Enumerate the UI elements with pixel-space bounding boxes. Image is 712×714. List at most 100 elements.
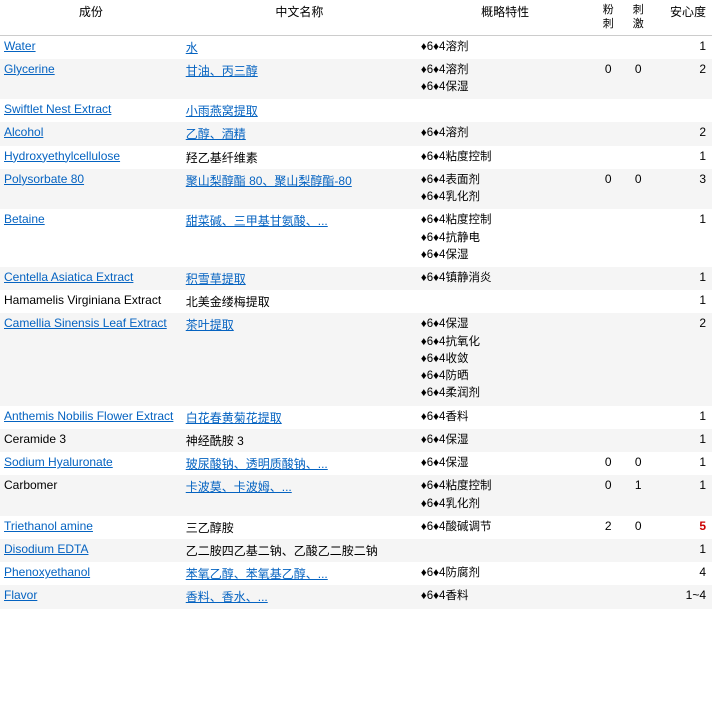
property-item: ♦6♦4防腐剂 <box>421 565 589 582</box>
irritant-cell <box>623 406 653 429</box>
chinese-name-cell[interactable]: 积雪草提取 <box>182 267 417 290</box>
ingredient-link[interactable]: Alcohol <box>4 125 43 139</box>
chinese-name-link[interactable]: 积雪草提取 <box>186 272 246 286</box>
ingredient-cell[interactable]: Phenoxyethanol <box>0 562 182 585</box>
chinese-name-link[interactable]: 香料、香水、... <box>186 590 268 604</box>
irritant-cell <box>623 267 653 290</box>
property-item: ♦6♦4粘度控制 <box>421 149 589 166</box>
property-cell: ♦6♦4粘度控制 <box>417 146 593 169</box>
safety-cell: 2 <box>653 122 712 145</box>
safety-cell: 1 <box>653 267 712 290</box>
chinese-name-link[interactable]: 小雨燕窝提取 <box>186 104 258 118</box>
chinese-name-cell: 乙二胺四乙基二钠、乙酸乙二胺二钠 <box>182 539 417 562</box>
chinese-name-cell[interactable]: 甜菜碱、三甲基甘氨酸、... <box>182 209 417 267</box>
ingredient-link[interactable]: Swiftlet Nest Extract <box>4 102 111 116</box>
ingredient-link[interactable]: Water <box>4 39 36 53</box>
property-cell <box>417 290 593 313</box>
safety-cell: 1~4 <box>653 585 712 608</box>
chinese-name-cell[interactable]: 小雨燕窝提取 <box>182 99 417 122</box>
chinese-name-link[interactable]: 乙醇、酒精 <box>186 127 246 141</box>
table-row: Centella Asiatica Extract积雪草提取♦6♦4镇静消炎1 <box>0 267 712 290</box>
chinese-name-cell: 北美金缕梅提取 <box>182 290 417 313</box>
ingredient-cell[interactable]: Sodium Hyaluronate <box>0 452 182 475</box>
property-cell: ♦6♦4防腐剂 <box>417 562 593 585</box>
irritant-cell <box>623 429 653 452</box>
ingredient-link[interactable]: Flavor <box>4 588 37 602</box>
ingredient-cell[interactable]: Triethanol amine <box>0 516 182 539</box>
chinese-name-link[interactable]: 茶叶提取 <box>186 318 234 332</box>
chinese-name-cell[interactable]: 白花春黄菊花提取 <box>182 406 417 429</box>
chinese-name-link[interactable]: 聚山梨醇酯 80、聚山梨醇酯-80 <box>186 174 352 188</box>
irritant-cell <box>623 35 653 59</box>
chinese-name-cell[interactable]: 香料、香水、... <box>182 585 417 608</box>
table-row: Alcohol 乙醇、酒精 ♦6♦4溶剂 2 <box>0 122 712 145</box>
property-cell <box>417 99 593 122</box>
ingredient-link[interactable]: Sodium Hyaluronate <box>4 455 113 469</box>
safety-cell: 1 <box>653 429 712 452</box>
property-cell: ♦6♦4表面剂♦6♦4乳化剂 <box>417 169 593 210</box>
chinese-name-cell[interactable]: 苯氧乙醇、苯氧基乙醇、... <box>182 562 417 585</box>
ingredient-cell[interactable]: Camellia Sinensis Leaf Extract <box>0 313 182 405</box>
ingredient-cell[interactable]: Glycerine <box>0 59 182 100</box>
ingredient-cell[interactable]: Centella Asiatica Extract <box>0 267 182 290</box>
property-item: ♦6♦4抗氧化 <box>421 334 589 351</box>
ingredient-cell[interactable]: Swiftlet Nest Extract <box>0 99 182 122</box>
ingredient-link[interactable]: Glycerine <box>4 62 55 76</box>
ingredient-cell: Hamamelis Virginiana Extract <box>0 290 182 313</box>
property-item: ♦6♦4溶剂 <box>421 125 589 142</box>
header-ingredient: 成份 <box>0 0 182 35</box>
table-header: 成份 中文名称 概略特性 粉刺 刺激 安心度 <box>0 0 712 35</box>
chinese-name-link[interactable]: 甜菜碱、三甲基甘氨酸、... <box>186 214 328 228</box>
safety-cell: 3 <box>653 169 712 210</box>
powder-cell <box>593 267 623 290</box>
ingredient-link[interactable]: Centella Asiatica Extract <box>4 270 133 284</box>
safety-cell: 1 <box>653 35 712 59</box>
ingredient-link[interactable]: Disodium EDTA <box>4 542 88 556</box>
chinese-name-cell[interactable]: 乙醇、酒精 <box>182 122 417 145</box>
chinese-name-link[interactable]: 水 <box>186 41 198 55</box>
property-cell: ♦6♦4粘度控制♦6♦4抗静电♦6♦4保湿 <box>417 209 593 267</box>
ingredient-cell[interactable]: Hydroxyethylcellulose <box>0 146 182 169</box>
table-row: Hydroxyethylcellulose羟乙基纤维素♦6♦4粘度控制1 <box>0 146 712 169</box>
property-item: ♦6♦4保湿 <box>421 455 589 472</box>
chinese-name-link[interactable]: 玻尿酸钠、透明质酸钠、... <box>186 457 328 471</box>
ingredient-cell[interactable]: Flavor <box>0 585 182 608</box>
ingredient-cell[interactable]: Water <box>0 35 182 59</box>
property-item: ♦6♦4保湿 <box>421 247 589 264</box>
ingredient-cell[interactable]: Alcohol <box>0 122 182 145</box>
header-powder: 粉刺 <box>593 0 623 35</box>
ingredient-cell[interactable]: Anthemis Nobilis Flower Extract <box>0 406 182 429</box>
chinese-name-link[interactable]: 卡波莫、卡波姆、... <box>186 480 292 494</box>
safety-cell: 5 <box>653 516 712 539</box>
ingredient-link[interactable]: Anthemis Nobilis Flower Extract <box>4 409 173 423</box>
ingredient-link[interactable]: Phenoxyethanol <box>4 565 90 579</box>
ingredient-cell[interactable]: Betaine <box>0 209 182 267</box>
chinese-name-cell[interactable]: 聚山梨醇酯 80、聚山梨醇酯-80 <box>182 169 417 210</box>
chinese-name-cell[interactable]: 玻尿酸钠、透明质酸钠、... <box>182 452 417 475</box>
powder-cell <box>593 99 623 122</box>
chinese-name-link[interactable]: 甘油、丙三醇 <box>186 64 258 78</box>
ingredient-cell[interactable]: Disodium EDTA <box>0 539 182 562</box>
ingredient-link[interactable]: Polysorbate 80 <box>4 172 84 186</box>
ingredient-link[interactable]: Camellia Sinensis Leaf Extract <box>4 316 167 330</box>
property-item: ♦6♦4乳化剂 <box>421 189 589 206</box>
chinese-name-cell[interactable]: 水 <box>182 35 417 59</box>
ingredient-link[interactable]: Betaine <box>4 212 45 226</box>
property-item: ♦6♦4保湿 <box>421 79 589 96</box>
ingredient-cell[interactable]: Polysorbate 80 <box>0 169 182 210</box>
powder-cell <box>593 429 623 452</box>
chinese-name-cell[interactable]: 茶叶提取 <box>182 313 417 405</box>
irritant-cell: 0 <box>623 169 653 210</box>
property-item: ♦6♦4溶剂 <box>421 62 589 79</box>
table-row: Disodium EDTA乙二胺四乙基二钠、乙酸乙二胺二钠1 <box>0 539 712 562</box>
powder-cell <box>593 539 623 562</box>
powder-cell: 0 <box>593 475 623 516</box>
safety-cell: 1 <box>653 290 712 313</box>
ingredient-link[interactable]: Hydroxyethylcellulose <box>4 149 120 163</box>
chinese-name-link[interactable]: 白花春黄菊花提取 <box>186 411 282 425</box>
header-chinese: 中文名称 <box>182 0 417 35</box>
chinese-name-cell[interactable]: 甘油、丙三醇 <box>182 59 417 100</box>
chinese-name-cell[interactable]: 卡波莫、卡波姆、... <box>182 475 417 516</box>
chinese-name-link[interactable]: 苯氧乙醇、苯氧基乙醇、... <box>186 567 328 581</box>
ingredient-link[interactable]: Triethanol amine <box>4 519 93 533</box>
